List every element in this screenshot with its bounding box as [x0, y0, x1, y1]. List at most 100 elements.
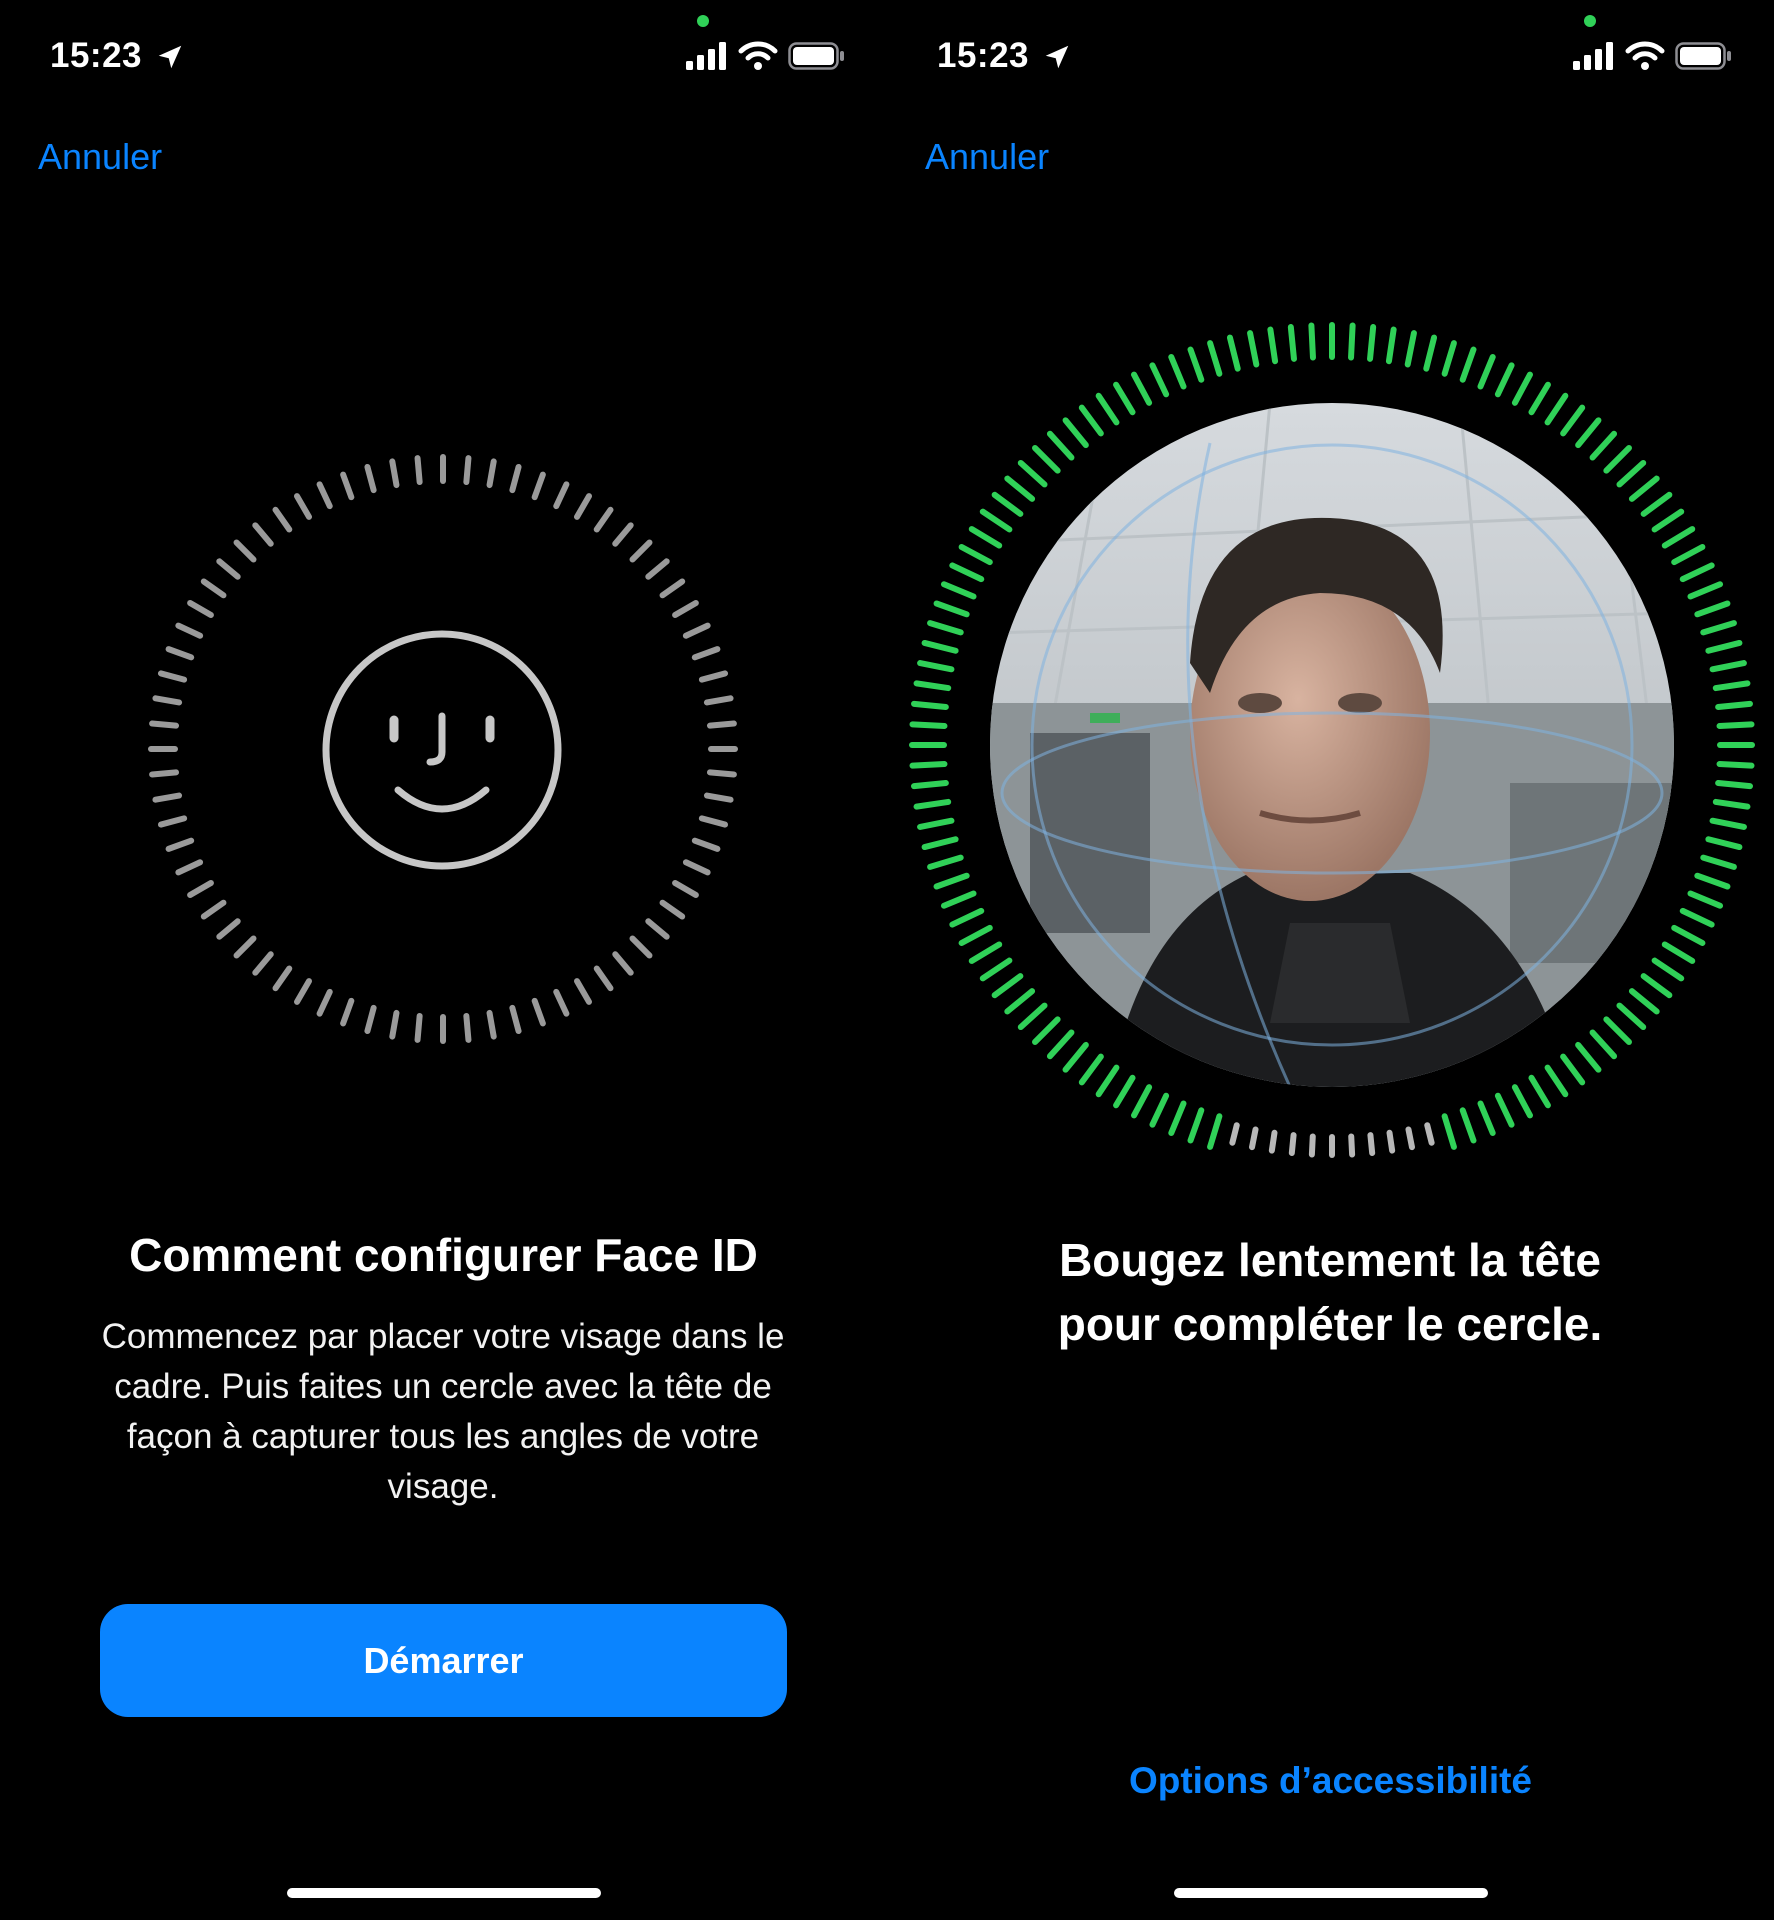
ring-tick	[1267, 326, 1279, 365]
ring-tick	[927, 854, 964, 870]
home-indicator[interactable]	[1174, 1888, 1488, 1898]
setup-title: Comment configurer Face ID	[129, 1229, 758, 1281]
ring-tick	[340, 997, 355, 1027]
accessibility-options-button[interactable]: Options d’accessibilité	[887, 1760, 1774, 1802]
ring-tick	[1168, 353, 1187, 390]
ring-tick	[1661, 941, 1696, 964]
ring-tick	[486, 458, 497, 489]
ring-tick	[1032, 1016, 1061, 1045]
ring-tick	[1679, 562, 1715, 583]
ring-tick	[1113, 1074, 1136, 1109]
ring-tick	[691, 646, 721, 661]
ring-tick	[593, 965, 614, 992]
status-bar: 15:23	[0, 0, 887, 110]
ring-tick	[1308, 1133, 1316, 1158]
ring-tick	[316, 481, 333, 510]
ring-tick	[463, 1012, 472, 1043]
ring-tick	[909, 761, 948, 769]
ring-tick	[593, 506, 614, 533]
ring-tick	[574, 493, 592, 520]
start-button[interactable]: Démarrer	[100, 1604, 787, 1717]
ring-tick	[1187, 346, 1205, 383]
ring-tick	[272, 965, 293, 992]
ring-tick	[1288, 1132, 1297, 1157]
ring-tick	[659, 578, 686, 599]
ring-tick	[1032, 445, 1061, 474]
ring-tick	[1603, 445, 1632, 474]
ring-tick	[1544, 392, 1569, 426]
ring-tick	[1207, 1113, 1223, 1150]
ring-tick	[917, 817, 955, 830]
ring-tick	[1560, 404, 1586, 437]
ring-tick	[175, 622, 204, 639]
ring-tick	[149, 720, 180, 729]
ring-tick	[1229, 1122, 1240, 1146]
ring-tick	[1149, 362, 1170, 398]
ring-tick	[1603, 1016, 1632, 1045]
ring-tick	[1560, 1053, 1586, 1086]
ring-tick	[509, 463, 522, 494]
camera-in-use-dot	[1584, 15, 1596, 27]
ring-tick	[706, 720, 737, 729]
ring-tick	[1715, 700, 1753, 710]
ring-tick	[389, 458, 400, 489]
ring-tick	[1709, 817, 1747, 830]
ring-tick	[1441, 340, 1457, 377]
ring-tick	[1078, 404, 1104, 437]
ring-tick	[157, 815, 188, 828]
ring-tick	[645, 558, 670, 580]
ring-tick	[1651, 957, 1685, 982]
ring-tick	[553, 481, 570, 510]
ring-tick	[1247, 330, 1260, 368]
ring-tick	[1671, 924, 1706, 946]
ring-tick	[1459, 1107, 1477, 1144]
ring-tick	[940, 890, 977, 909]
cancel-button[interactable]: Annuler	[38, 136, 162, 178]
right-phone-screen: 15:23 Annuler Bougez lentement la tête p…	[887, 0, 1774, 1920]
ring-tick	[1616, 459, 1647, 488]
instruction-title: Bougez lentement la tête pour compléter …	[1057, 1234, 1603, 1350]
ring-tick	[1405, 1126, 1415, 1151]
ring-tick	[991, 973, 1024, 999]
ring-tick	[1404, 330, 1417, 368]
ring-tick	[1459, 346, 1477, 383]
ring-tick	[672, 600, 699, 618]
ring-tick	[1017, 1002, 1048, 1031]
ring-tick	[968, 941, 1003, 964]
ring-tick	[991, 491, 1024, 517]
ring-tick	[682, 622, 711, 639]
ring-tick	[1694, 872, 1731, 890]
ring-tick	[1131, 1084, 1153, 1119]
ring-tick	[1494, 362, 1515, 398]
ring-tick	[1705, 639, 1743, 654]
wifi-icon	[738, 41, 778, 70]
ring-tick	[1062, 1041, 1089, 1073]
ring-tick	[531, 997, 546, 1027]
ring-tick	[364, 463, 377, 494]
location-arrow-icon	[1045, 45, 1069, 69]
ring-tick	[1716, 761, 1755, 769]
ring-tick	[1078, 1053, 1104, 1086]
ring-tick	[1095, 392, 1120, 426]
ring-tick	[165, 837, 195, 852]
cancel-button[interactable]: Annuler	[925, 136, 1049, 178]
battery-icon	[1675, 42, 1731, 70]
ring-tick	[1095, 1064, 1120, 1098]
ring-tick	[1511, 371, 1533, 406]
ring-tick	[165, 646, 195, 661]
ring-tick	[1575, 1041, 1602, 1073]
ring-tick	[1651, 508, 1685, 533]
home-indicator[interactable]	[287, 1888, 601, 1898]
ring-tick	[629, 539, 653, 563]
status-bar: 15:23	[887, 0, 1774, 110]
ring-tick	[1131, 371, 1153, 406]
ring-tick	[933, 600, 970, 618]
ring-tick	[1348, 322, 1356, 361]
ring-tick	[294, 493, 312, 520]
ring-tick	[1705, 836, 1743, 851]
ring-tick	[509, 1004, 522, 1035]
ring-tick	[698, 670, 729, 683]
ring-tick	[1268, 1129, 1278, 1154]
ring-tick	[1226, 334, 1241, 372]
ring-tick	[911, 780, 949, 790]
